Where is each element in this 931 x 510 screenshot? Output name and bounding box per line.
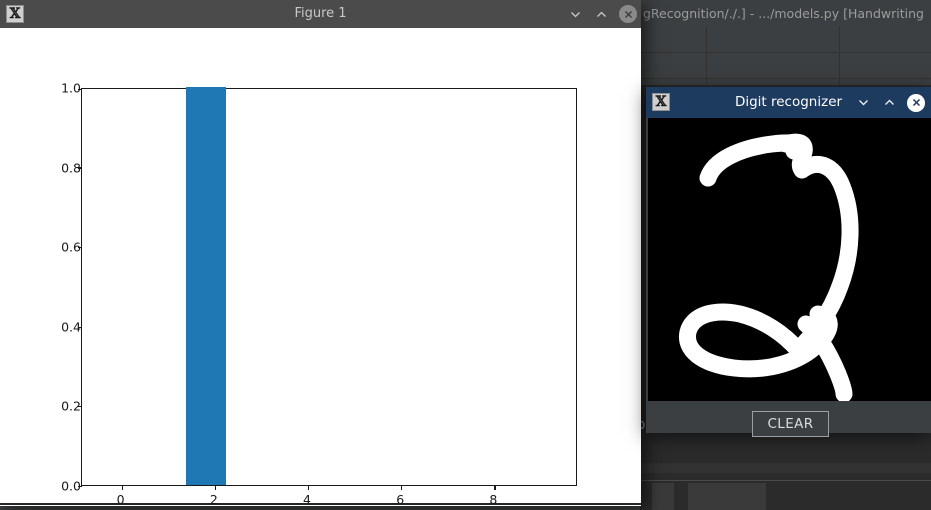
digit-window-body: CLEAR [646,118,931,437]
ide-toolbar-divider-1 [706,27,707,85]
editor-block-2 [688,483,766,510]
chevron-down-icon[interactable] [567,6,584,23]
chevron-up-icon[interactable] [593,6,610,23]
x-tick-label: 0 [116,492,125,507]
figure-title-bar[interactable]: 𝕏 Figure 1 [0,0,641,28]
clear-button-label: CLEAR [767,416,814,432]
digit-window-controls [855,87,925,118]
digit-title-bar[interactable]: 𝕏 Digit recognizer [646,87,931,118]
y-tick-label: 0.8 [61,160,81,176]
editor-block-1 [652,483,674,510]
figure-window[interactable]: 𝕏 Figure 1 0.0 0.2 0.4 0.6 0.8 1.0 0 2 4… [0,0,641,507]
plot-axes [78,87,577,490]
clear-button[interactable]: CLEAR [752,411,829,437]
figure-plot-canvas[interactable]: 0.0 0.2 0.4 0.6 0.8 1.0 0 2 4 6 8 [0,28,641,507]
x-axis-ticks: 0 2 4 6 8 [81,486,577,510]
close-icon[interactable] [619,5,637,23]
x-tick-label: 2 [209,492,218,507]
y-tick-label: 0.6 [61,239,81,255]
y-tick-label: 0.0 [61,478,81,494]
drawing-canvas[interactable] [648,118,931,401]
chevron-up-icon[interactable] [881,94,898,111]
ide-toolbar-row-1 [640,27,931,53]
digit-recognizer-window[interactable]: 𝕏 Digit recognizer CLEAR [646,87,931,437]
ide-toolbar-divider-2 [839,27,840,85]
figure-window-controls [567,0,637,28]
y-axis-ticks: 0.0 0.2 0.4 0.6 0.8 1.0 [36,81,81,494]
y-tick-label: 1.0 [61,80,81,96]
x-tick-label: 8 [489,492,498,507]
x-tick-label: 6 [396,492,405,507]
close-icon[interactable] [907,93,925,112]
figure-window-title: Figure 1 [294,6,347,21]
bar [186,87,226,485]
x-tick-label: 4 [303,492,311,507]
screen: gRecognition/./.] - .../models.py [Handw… [0,0,931,510]
y-tick-label: 0.2 [61,398,81,414]
drawn-digit-strokes [679,133,859,401]
ide-window-title: gRecognition/./.] - .../models.py [Handw… [643,6,924,21]
ide-toolbar-row-2 [640,53,931,79]
editor-divider [640,480,931,481]
chevron-down-icon[interactable] [855,94,872,111]
editor-stripe-1 [640,463,931,473]
y-tick-label: 0.4 [61,319,81,335]
